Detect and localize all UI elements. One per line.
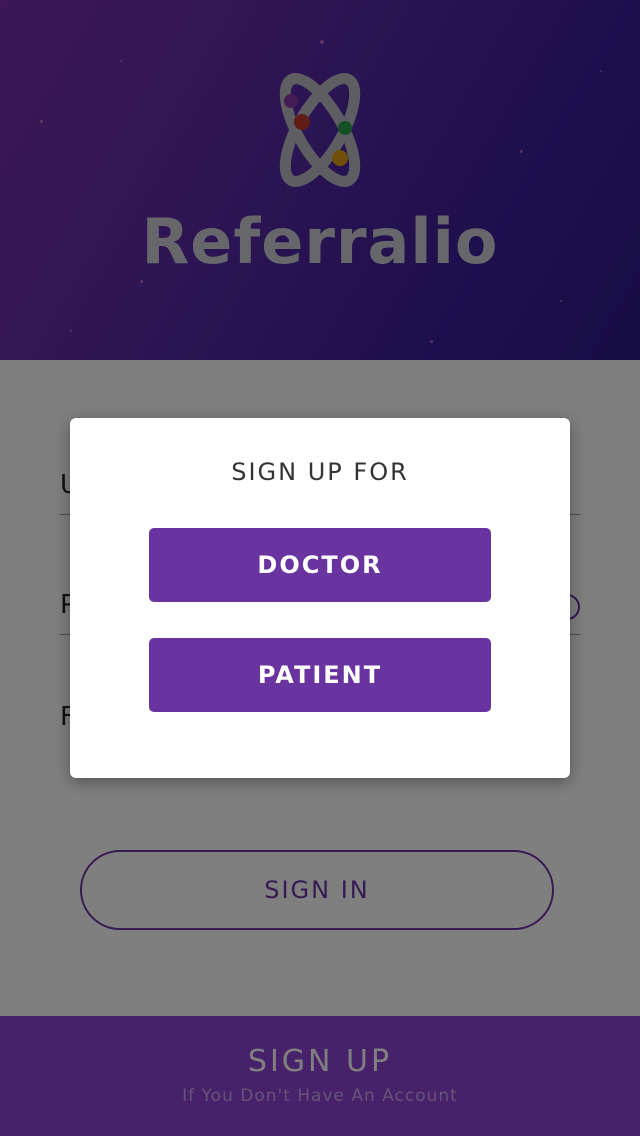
doctor-button[interactable]: DOCTOR bbox=[149, 528, 491, 602]
signup-type-dialog: SIGN UP FOR DOCTOR PATIENT bbox=[70, 418, 570, 778]
patient-button[interactable]: PATIENT bbox=[149, 638, 491, 712]
dialog-title: SIGN UP FOR bbox=[231, 458, 409, 486]
